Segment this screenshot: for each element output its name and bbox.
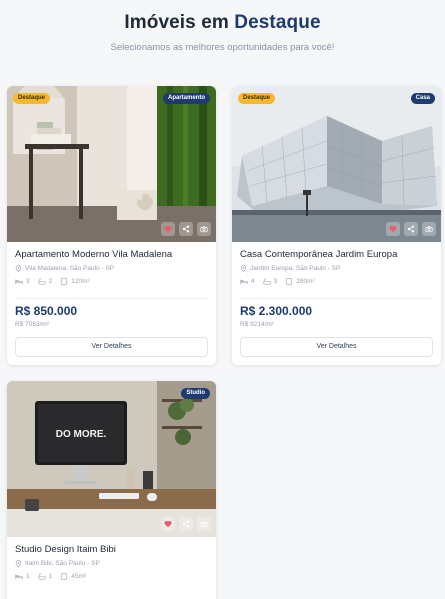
property-location: Itaim Bibi, São Paulo - SP	[15, 560, 208, 567]
bathrooms: 2	[37, 278, 53, 285]
architecture-photo	[232, 86, 441, 242]
property-title[interactable]: Casa Contemporânea Jardim Europa	[240, 249, 433, 260]
area-square-icon	[286, 278, 293, 285]
location-text: Vila Madalena, São Paulo - SP	[25, 265, 115, 272]
bed-icon	[15, 574, 23, 580]
card-body: Apartamento Moderno Vila Madalena Vila M…	[15, 249, 208, 285]
gallery-button[interactable]	[197, 517, 211, 531]
price-per-m2: R$ 7083/m²	[15, 321, 49, 328]
bathrooms-count: 2	[48, 278, 53, 285]
location-text: Jardim Europa, São Paulo - SP	[250, 265, 341, 272]
property-photo[interactable]: DO MORE. Studio	[7, 381, 216, 537]
area-value: 45m²	[71, 573, 87, 580]
gallery-button[interactable]	[422, 222, 436, 236]
map-pin-icon	[15, 265, 22, 272]
property-card[interactable]: Destaque Casa Casa Contemporânea Jardim …	[232, 86, 441, 365]
property-location: Vila Madalena, São Paulo - SP	[15, 265, 208, 272]
bathrooms-count: 3	[273, 278, 278, 285]
camera-icon	[200, 226, 208, 233]
heart-icon	[389, 226, 397, 233]
title-part-1: Imóveis em	[124, 12, 229, 33]
heart-icon	[164, 521, 172, 528]
bed-icon	[240, 279, 248, 285]
area-square-icon	[61, 573, 68, 580]
map-pin-icon	[240, 265, 247, 272]
area: 280m²	[285, 278, 315, 285]
camera-icon	[200, 521, 208, 528]
price-per-m2: R$ 8214/m²	[240, 321, 274, 328]
property-features: 3 2 120m²	[15, 278, 208, 285]
camera-icon	[425, 226, 433, 233]
photo-actions	[386, 222, 436, 236]
property-price: R$ 2.300.000	[240, 304, 313, 318]
view-details-button[interactable]: Ver Detalhes	[240, 337, 433, 357]
gallery-button[interactable]	[197, 222, 211, 236]
share-icon	[407, 225, 415, 233]
property-card[interactable]: Destaque Apartamento Apartamento Moderno…	[7, 86, 216, 365]
property-price: R$ 850.000	[15, 304, 78, 318]
heart-icon	[164, 226, 172, 233]
property-type-badge: Apartamento	[162, 93, 210, 104]
area-value: 280m²	[296, 278, 315, 285]
share-button[interactable]	[404, 222, 418, 236]
divider	[240, 298, 433, 299]
card-body: Studio Design Itaim Bibi Itaim Bibi, São…	[15, 544, 208, 580]
bedrooms-count: 1	[26, 573, 30, 580]
property-card[interactable]: DO MORE. Studio Studio Design Itaim Bibi…	[7, 381, 216, 599]
monitor-screen-text: DO MORE.	[56, 429, 107, 440]
view-details-button[interactable]: Ver Detalhes	[15, 337, 208, 357]
property-photo[interactable]: Destaque Apartamento	[7, 86, 216, 242]
featured-badge: Destaque	[238, 93, 276, 104]
bed-icon	[15, 279, 23, 285]
favorite-button[interactable]	[161, 222, 175, 236]
photo-actions	[161, 517, 211, 531]
favorite-button[interactable]	[161, 517, 175, 531]
share-icon	[182, 520, 190, 528]
property-type-badge: Studio	[181, 388, 210, 399]
interior-photo	[7, 86, 216, 242]
property-type-badge: Casa	[410, 93, 435, 104]
share-button[interactable]	[179, 517, 193, 531]
property-features: 4 3 280m²	[240, 278, 433, 285]
bath-icon	[37, 573, 46, 580]
property-location: Jardim Europa, São Paulo - SP	[240, 265, 433, 272]
card-body: Casa Contemporânea Jardim Europa Jardim …	[240, 249, 433, 285]
area: 45m²	[60, 573, 86, 580]
bedrooms-count: 4	[251, 278, 255, 285]
divider	[15, 298, 208, 299]
favorite-button[interactable]	[386, 222, 400, 236]
section-title: Imóveis em Destaque	[0, 12, 445, 34]
share-icon	[182, 225, 190, 233]
area: 120m²	[60, 278, 90, 285]
bathrooms-count: 1	[48, 573, 53, 580]
title-part-2-highlight: Destaque	[234, 12, 321, 33]
section-subtitle: Selecionamos as melhores oportunidades p…	[110, 42, 335, 53]
featured-badge: Destaque	[13, 93, 51, 104]
bedrooms: 1	[15, 573, 30, 580]
area-square-icon	[61, 278, 68, 285]
area-value: 120m²	[71, 278, 90, 285]
bathrooms: 3	[262, 278, 278, 285]
property-features: 1 1 45m²	[15, 573, 208, 580]
property-title[interactable]: Studio Design Itaim Bibi	[15, 544, 208, 555]
photo-actions	[161, 222, 211, 236]
bathrooms: 1	[37, 573, 53, 580]
property-photo[interactable]: Destaque Casa	[232, 86, 441, 242]
map-pin-icon	[15, 560, 22, 567]
share-button[interactable]	[179, 222, 193, 236]
studio-desk-photo: DO MORE.	[7, 381, 216, 537]
property-title[interactable]: Apartamento Moderno Vila Madalena	[15, 249, 208, 260]
location-text: Itaim Bibi, São Paulo - SP	[25, 560, 100, 567]
bath-icon	[262, 278, 271, 285]
bath-icon	[37, 278, 46, 285]
bedrooms: 3	[15, 278, 30, 285]
bedrooms-count: 3	[26, 278, 30, 285]
bedrooms: 4	[240, 278, 255, 285]
